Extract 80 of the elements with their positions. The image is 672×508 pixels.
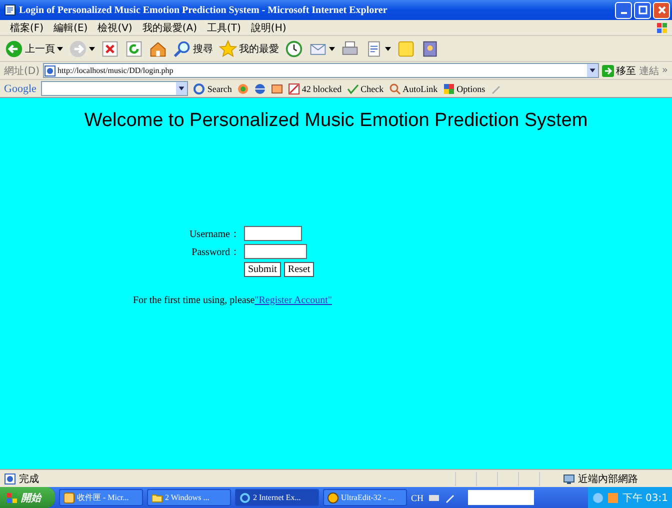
taskbar-button[interactable]: 2 Internet Ex... <box>235 489 319 506</box>
maximize-icon <box>638 5 648 15</box>
google-logo[interactable]: Google <box>4 82 36 94</box>
minimize-icon <box>620 12 626 14</box>
go-arrow-icon <box>602 64 614 76</box>
taskbar-button[interactable]: 2 Windows ... <box>147 489 231 506</box>
messenger-icon <box>421 40 439 58</box>
page-icon <box>4 4 16 16</box>
menu-item[interactable]: 編輯(E) <box>54 20 88 34</box>
network-icon <box>563 472 575 484</box>
pagerank-icon[interactable] <box>236 82 249 94</box>
page-icon <box>4 472 16 484</box>
history-icon <box>285 40 303 58</box>
address-label: 網址(D) <box>4 64 40 78</box>
editor-icon <box>327 492 339 504</box>
toolbar-button[interactable] <box>68 38 96 58</box>
windows-logo-icon <box>6 492 18 504</box>
language-indicator[interactable]: CH <box>411 492 424 502</box>
browser-icon <box>239 492 251 504</box>
toolbar-button[interactable]: 搜尋 <box>172 38 214 58</box>
submit-button[interactable]: Submit <box>244 262 281 277</box>
taskbar-button[interactable]: UltraEdit-32 - ... <box>323 489 407 506</box>
dropdown-icon[interactable] <box>176 82 188 95</box>
magnifier-icon <box>388 82 401 94</box>
menu-item[interactable]: 我的最愛(A) <box>142 20 197 34</box>
windows-logo-icon <box>656 22 668 34</box>
autolink-button[interactable]: AutoLink <box>388 82 438 94</box>
register-link[interactable]: "Register Account" <box>254 295 332 306</box>
star-icon <box>219 40 237 58</box>
menu-item[interactable]: 工具(T) <box>207 20 241 34</box>
printer-icon <box>341 40 359 58</box>
home-icon <box>149 40 167 58</box>
password-field[interactable] <box>244 244 307 259</box>
google-g-icon <box>193 82 206 94</box>
username-field[interactable] <box>244 226 302 241</box>
popup-icon[interactable] <box>270 82 283 94</box>
address-field[interactable]: http://localhost/music/DD/login.php <box>42 63 599 78</box>
spell-check-button[interactable]: Check <box>346 82 384 94</box>
toolbar-button[interactable] <box>284 38 304 58</box>
page-icon <box>44 64 56 76</box>
dropdown-icon[interactable] <box>586 64 598 77</box>
stop-icon <box>101 40 119 58</box>
page-heading: Welcome to Personalized Music Emotion Prediction System <box>83 110 589 132</box>
mail-icon <box>63 492 75 504</box>
check-icon <box>346 82 359 94</box>
toolbar-button[interactable]: 上一頁 <box>4 38 64 58</box>
zone-text: 近端內部網路 <box>578 472 639 486</box>
close-icon <box>656 5 666 15</box>
password-label: Password： <box>190 246 240 258</box>
globe-icon[interactable] <box>254 82 266 94</box>
close-button[interactable] <box>653 2 670 18</box>
status-text: 完成 <box>19 472 39 486</box>
folder-icon <box>151 492 163 504</box>
menu-item[interactable]: 檢視(V) <box>98 20 132 34</box>
toolbar-button[interactable]: 我的最愛 <box>218 38 280 58</box>
go-button[interactable]: 移至 <box>602 64 636 78</box>
window-title: Login of Personalized Music Emotion Prediction System - Microsoft Internet Explorer <box>19 4 388 16</box>
popup-blocker-button[interactable]: 42 blocked <box>288 82 342 94</box>
taskbar-search-field[interactable] <box>468 490 534 505</box>
refresh-icon <box>125 40 143 58</box>
search-button[interactable]: Search <box>193 82 232 94</box>
options-icon <box>442 82 455 94</box>
clock: 下午 03:1 <box>622 492 668 504</box>
note-icon <box>397 40 415 58</box>
taskbar-button[interactable]: 收件匣 - Micr... <box>59 489 143 506</box>
minimize-button[interactable] <box>615 2 632 18</box>
username-label: Username： <box>188 228 240 240</box>
menu-item[interactable]: 檔案(F) <box>10 20 44 34</box>
toolbar-button[interactable] <box>100 38 120 58</box>
links-label[interactable]: 連結 <box>638 64 659 78</box>
more-chevron[interactable]: » <box>662 65 668 76</box>
search-icon <box>173 40 191 58</box>
document-icon <box>365 40 383 58</box>
options-button[interactable]: Options <box>442 82 486 94</box>
reset-button[interactable]: Reset <box>284 262 314 277</box>
maximize-button[interactable] <box>634 2 651 18</box>
menu-item[interactable]: 說明(H) <box>250 20 286 34</box>
blocked-icon <box>288 82 300 94</box>
register-prompt: For the first time using, please <box>133 295 255 306</box>
google-search-field[interactable] <box>41 81 188 96</box>
